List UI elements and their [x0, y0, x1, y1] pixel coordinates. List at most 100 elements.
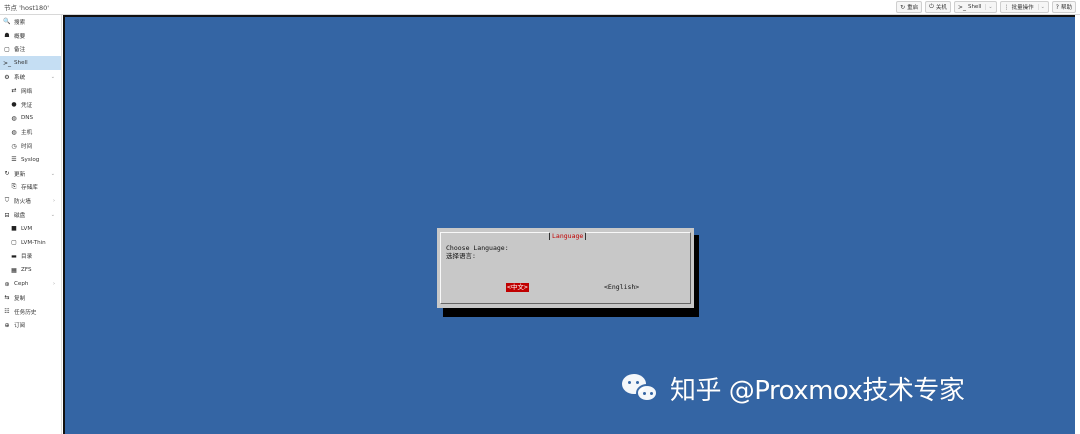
- sidebar-item-label: 目录: [21, 254, 33, 261]
- chevron-down-icon[interactable]: ⌄: [1037, 4, 1045, 10]
- reboot-icon: ↻: [900, 3, 906, 11]
- sidebar-item-icon: ↻: [4, 170, 10, 178]
- sidebar-item-icon: ⇆: [4, 294, 10, 302]
- dialog-prompt-en: Choose Language:: [446, 244, 509, 252]
- sidebar-item-item-14[interactable]: ⊟ 磁盘 ⌄: [0, 208, 61, 222]
- sidebar-item-label: ZFS: [21, 267, 32, 274]
- bulk-actions-label: 批量操作: [1011, 5, 1034, 11]
- chevron-down-icon[interactable]: ⌄: [985, 4, 993, 10]
- node-toolbar: 节点 'host180' ↻ 重启 ⏻ 关机 >_ Shell ⌄ ⋮ 批量操作…: [0, 0, 1080, 15]
- sidebar-item-icon: ⊛: [4, 280, 10, 288]
- sidebar-item-item-8[interactable]: ◍ 主机: [0, 125, 61, 139]
- help-button[interactable]: ? 帮助: [1051, 1, 1076, 13]
- sidebar-item-dns[interactable]: ◍ DNS: [0, 112, 61, 126]
- sidebar-item-shell[interactable]: >_ Shell: [0, 56, 61, 71]
- sidebar-item-lvm-thin[interactable]: ▢ LVM-Thin: [0, 236, 61, 250]
- sidebar-item-icon: 🔍: [3, 18, 11, 26]
- sidebar-item-icon: ▬: [11, 252, 17, 260]
- watermark-text: 知乎 @Proxmox技术专家: [670, 375, 965, 406]
- sidebar-item-syslog[interactable]: ☰ Syslog: [0, 153, 61, 167]
- reboot-button[interactable]: ↻ 重启: [896, 1, 923, 13]
- sidebar-item-label: Ceph: [14, 281, 29, 288]
- sidebar-item-item-13[interactable]: ⛉ 防火墙 ›: [0, 194, 61, 208]
- wechat-icon: [620, 370, 664, 406]
- shutdown-button[interactable]: ⏻ 关机: [925, 1, 951, 13]
- toolbar-buttons: ↻ 重启 ⏻ 关机 >_ Shell ⌄ ⋮ 批量操作 ⌄ ? 帮助: [896, 1, 1076, 13]
- sidebar-item-item-21[interactable]: ☷ 任务历史: [0, 305, 61, 319]
- terminal-icon: >_: [957, 3, 966, 11]
- help-label: 帮助: [1060, 5, 1072, 11]
- sidebar-item-item-4[interactable]: ⚙ 系统 ⌄: [0, 70, 61, 84]
- sidebar-item-item-17[interactable]: ▬ 目录: [0, 250, 61, 264]
- sidebar-item-lvm[interactable]: ■ LVM: [0, 222, 61, 236]
- sidebar-item-label: 防火墙: [14, 199, 31, 206]
- sidebar-item-icon: ⚙: [4, 73, 10, 81]
- node-title: 节点 'host180': [4, 4, 50, 12]
- bulk-actions-button[interactable]: ⋮ 批量操作 ⌄: [999, 1, 1049, 13]
- sidebar-item-icon: ⊕: [4, 321, 10, 329]
- sidebar-item-icon: ◍: [11, 128, 17, 136]
- sidebar-item-label: 系统: [14, 75, 26, 82]
- sidebar-item-label: 任务历史: [14, 309, 37, 316]
- sidebar-item-label: 更新: [14, 171, 26, 178]
- sidebar-item-label: 复制: [14, 295, 26, 302]
- watermark: 知乎 @Proxmox技术专家: [620, 368, 965, 408]
- sidebar-item-icon: ■: [11, 225, 17, 233]
- sidebar-item-label: LVM: [21, 225, 33, 232]
- sidebar-item-icon: ☰: [11, 156, 17, 164]
- sidebar-item-label: LVM-Thin: [21, 239, 46, 246]
- dialog-prompt-zh: 选择语言:: [446, 252, 476, 260]
- sidebar-item-icon: ⊟: [4, 211, 10, 219]
- chevron-right-icon[interactable]: ›: [53, 281, 55, 287]
- help-icon: ?: [1055, 3, 1059, 11]
- power-icon: ⏻: [929, 3, 934, 10]
- sidebar-item-label: 备注: [14, 47, 26, 54]
- sidebar-item-item-6[interactable]: ● 凭证: [0, 98, 61, 112]
- dialog-frame: Language: [440, 232, 691, 304]
- sidebar-item-item-20[interactable]: ⇆ 复制: [0, 291, 61, 305]
- sidebar-item-label: 凭证: [21, 102, 33, 109]
- sidebar-item-item-22[interactable]: ⊕ 订阅: [0, 319, 61, 333]
- sidebar-item-icon: ⇄: [11, 87, 17, 95]
- sidebar-item-icon: ◍: [11, 114, 17, 122]
- sidebar-item-icon: ●: [11, 101, 17, 109]
- reboot-label: 重启: [907, 5, 919, 11]
- chevron-down-icon[interactable]: ⌄: [51, 74, 55, 80]
- language-dialog: Language Choose Language: 选择语言: <中文> <En…: [437, 228, 694, 308]
- sidebar-item-item-12[interactable]: ⎘ 存储库: [0, 181, 61, 195]
- sidebar-item-icon: ⎘: [11, 183, 17, 191]
- sidebar-item-label: 存储库: [21, 185, 38, 192]
- sidebar-item-icon: ▦: [11, 266, 17, 274]
- sidebar-item-label: DNS: [21, 115, 34, 122]
- sidebar-item-label: 概要: [14, 33, 26, 40]
- chevron-down-icon[interactable]: ⌄: [51, 212, 55, 218]
- more-vertical-icon: ⋮: [1003, 3, 1010, 11]
- sidebar-item-icon: ▢: [4, 45, 10, 53]
- sidebar-item-icon: ☗: [4, 32, 10, 40]
- chevron-down-icon[interactable]: ⌄: [51, 171, 55, 177]
- sidebar-item-icon: >_: [3, 59, 12, 67]
- sidebar-item-item-5[interactable]: ⇄ 网络: [0, 84, 61, 98]
- sidebar-item-label: Shell: [14, 60, 28, 67]
- node-sidebar: 🔍 搜索 ☗ 概要 ▢ 备注 >_ Shell ⚙ 系统 ⌄ ⇄ 网络 ● 凭证 ◍ DNS ◍ 主机 ◷ 时间 ☰ Sys…: [0, 15, 62, 434]
- chevron-right-icon[interactable]: ›: [53, 198, 55, 204]
- sidebar-item-ceph[interactable]: ⊛ Ceph ›: [0, 277, 61, 291]
- right-margin: [1075, 15, 1080, 434]
- sidebar-item-item-9[interactable]: ◷ 时间: [0, 139, 61, 153]
- shell-button[interactable]: >_ Shell ⌄: [953, 1, 997, 13]
- sidebar-item-label: Syslog: [21, 156, 40, 163]
- chinese-option-button[interactable]: <中文>: [506, 283, 529, 292]
- sidebar-item-label: 搜索: [14, 19, 26, 26]
- sidebar-item-item-1[interactable]: ☗ 概要: [0, 29, 61, 43]
- sidebar-item-item-0[interactable]: 🔍 搜索: [0, 15, 61, 29]
- sidebar-item-item-11[interactable]: ↻ 更新 ⌄: [0, 167, 61, 181]
- sidebar-item-label: 网络: [21, 88, 33, 95]
- shell-label: Shell: [967, 4, 982, 10]
- sidebar-item-zfs[interactable]: ▦ ZFS: [0, 263, 61, 277]
- sidebar-item-label: 主机: [21, 130, 33, 137]
- sidebar-item-icon: ☷: [4, 308, 10, 316]
- shutdown-label: 关机: [935, 5, 947, 11]
- english-option-button[interactable]: <English>: [604, 283, 639, 292]
- sidebar-item-item-2[interactable]: ▢ 备注: [0, 43, 61, 57]
- sidebar-item-label: 磁盘: [14, 213, 26, 220]
